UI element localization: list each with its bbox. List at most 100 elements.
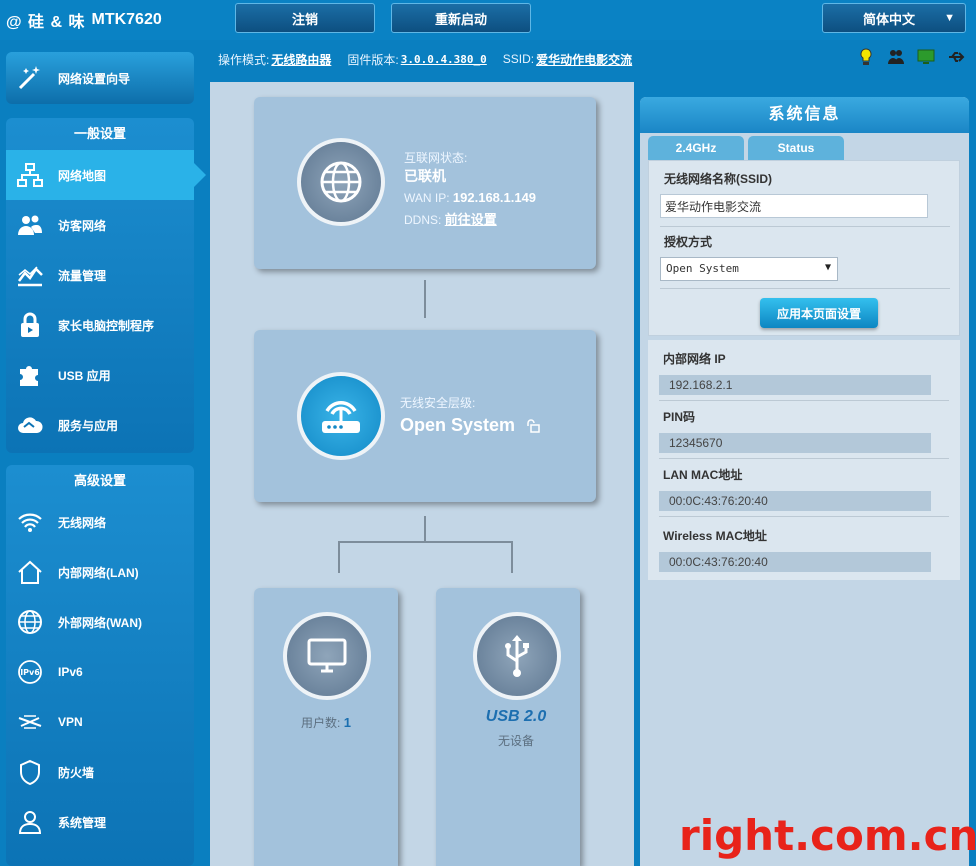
guest-network-icon: [18, 215, 42, 235]
security-value: Open System: [400, 415, 516, 435]
lan-mac-value: 00:0C:43:76:20:40: [659, 491, 931, 511]
general-settings-section: 一般设置 网络地图 访客网络 流量管理 家长电脑控制程序 USB 应用 服务与应…: [6, 118, 206, 453]
tab-status[interactable]: Status: [748, 136, 844, 160]
magic-wand-icon: [18, 66, 40, 90]
apply-settings-button[interactable]: 应用本页面设置: [760, 298, 878, 328]
puzzle-icon: [20, 366, 38, 386]
watermark: right.com.cn: [679, 811, 976, 860]
sidebar-item-ipv6[interactable]: IPv6 IPv6: [6, 647, 194, 697]
status-strip: 操作模式: 无线路由器 固件版本: 3.0.0.4.380_0 SSID: 爱华…: [210, 44, 976, 74]
sidebar-item-label: 服务与应用: [58, 418, 119, 433]
router-model: MTK7620: [91, 11, 162, 28]
divider: [659, 458, 949, 459]
language-select[interactable]: 简体中文 ▼: [822, 3, 966, 33]
users-icon[interactable]: [886, 47, 906, 67]
sidebar-item-label: USB 应用: [58, 368, 111, 383]
globe-icon: [320, 161, 362, 203]
home-icon: [18, 560, 42, 584]
internet-card[interactable]: 互联网状态: 已联机 WAN IP: 192.168.1.149 DDNS: 前…: [254, 97, 596, 269]
wan-ip-value: 192.168.1.149: [452, 190, 537, 205]
usb-title: USB 2.0: [485, 708, 547, 725]
firmware-link[interactable]: 3.0.0.4.380_0: [401, 53, 487, 66]
monitor-icon: [307, 638, 347, 673]
sidebar-item-wireless[interactable]: 无线网络: [6, 497, 194, 547]
sidebar-item-usb[interactable]: USB 应用: [6, 350, 194, 400]
logout-button[interactable]: 注销: [235, 3, 375, 33]
wan-ip-row: WAN IP: 192.168.1.149: [404, 190, 594, 205]
usb-card[interactable]: USB 2.0 无设备: [436, 588, 580, 866]
globe-icon: [18, 610, 42, 634]
sidebar-item-guest-network[interactable]: 访客网络: [6, 200, 194, 250]
sidebar-item-network-map[interactable]: 网络地图: [6, 150, 206, 200]
language-label: 简体中文: [863, 11, 916, 27]
sidebar-item-label: 流量管理: [58, 268, 107, 283]
wizard-label: 网络设置向导: [58, 71, 131, 86]
ssid-input[interactable]: [660, 194, 928, 218]
logo-mark: @ 硅 & 味: [6, 14, 86, 31]
usb-icon: [505, 635, 529, 677]
sidebar-item-label: 系统管理: [58, 815, 107, 830]
sidebar-item-admin[interactable]: 系统管理: [6, 797, 194, 847]
general-settings-title: 一般设置: [73, 126, 126, 141]
lan-ip-label: 内部网络 IP: [663, 352, 726, 366]
shield-icon: [20, 759, 40, 786]
connector-line: [338, 541, 513, 543]
bulb-icon[interactable]: [856, 47, 876, 67]
sidebar-item-firewall[interactable]: 防火墙: [6, 747, 194, 797]
mode-label: 操作模式:: [218, 52, 270, 67]
sidebar-item-label: 网络地图: [58, 168, 107, 183]
connector-line: [424, 516, 426, 542]
svg-text:IPv6: IPv6: [20, 668, 40, 677]
clients-circle: [283, 612, 371, 700]
sidebar-item-label: 防火墙: [58, 765, 95, 780]
user-icon: [18, 811, 42, 834]
monitor-icon[interactable]: [916, 47, 936, 67]
internet-status-value: 已联机: [404, 168, 446, 184]
cloud-icon: [18, 417, 43, 433]
clients-info: 用户数: 1: [254, 714, 398, 731]
sidebar-item-lan[interactable]: 内部网络(LAN): [6, 547, 194, 597]
connector-line: [424, 280, 426, 318]
mode-link[interactable]: 无线路由器: [271, 51, 331, 68]
sidebar-item-label: 家长电脑控制程序: [58, 318, 155, 333]
pin-value: 12345670: [659, 433, 931, 453]
traffic-icon: [18, 266, 43, 287]
vpn-icon: [18, 715, 42, 729]
sidebar-item-vpn[interactable]: VPN: [6, 697, 194, 747]
sidebar-item-traffic[interactable]: 流量管理: [6, 250, 194, 300]
wireless-mac-value: 00:0C:43:76:20:40: [659, 552, 931, 572]
sidebar-item-parental[interactable]: 家长电脑控制程序: [6, 300, 194, 350]
auth-select[interactable]: Open System ▼: [660, 257, 838, 281]
chevron-down-icon: ▼: [944, 12, 955, 24]
divider: [660, 288, 950, 289]
clients-label: 用户数:: [301, 716, 341, 730]
router-circle: [297, 372, 385, 460]
tab-2-4ghz[interactable]: 2.4GHz: [648, 136, 744, 160]
router-card[interactable]: 无线安全层级: Open System: [254, 330, 596, 502]
reboot-button[interactable]: 重新启动: [391, 3, 531, 33]
system-info-panel: 系统信息 2.4GHz Status 无线网络名称(SSID) 授权方式 Ope…: [640, 97, 969, 866]
usb-info: USB 2.0 无设备: [436, 708, 596, 749]
ddns-label: DDNS:: [404, 213, 442, 227]
firmware-label: 固件版本:: [347, 52, 399, 67]
status-icons: [856, 47, 966, 67]
sidebar-item-services[interactable]: 服务与应用: [6, 400, 194, 450]
wireless-settings-box: 无线网络名称(SSID) 授权方式 Open System ▼ 应用本页面设置: [648, 160, 960, 336]
divider: [659, 516, 949, 517]
usb-status-icon[interactable]: [946, 47, 966, 67]
connector-line: [511, 541, 513, 573]
internet-status-label: 互联网状态:: [404, 151, 468, 165]
ssid-link[interactable]: 爱华动作电影交流: [536, 51, 632, 68]
ddns-setup-link[interactable]: 前往设置: [445, 212, 497, 227]
setup-wizard-button[interactable]: 网络设置向导: [6, 52, 194, 104]
sidebar-item-wan[interactable]: 外部网络(WAN): [6, 597, 194, 647]
clients-card[interactable]: 用户数: 1: [254, 588, 398, 866]
divider: [660, 226, 950, 227]
parental-lock-icon: [21, 312, 39, 337]
clients-count[interactable]: 1: [344, 715, 351, 730]
usb-status: 无设备: [497, 734, 534, 748]
divider: [659, 400, 949, 401]
usb-circle: [473, 612, 561, 700]
wireless-mac-label: Wireless MAC地址: [663, 529, 767, 543]
security-label: 无线安全层级:: [400, 396, 476, 410]
